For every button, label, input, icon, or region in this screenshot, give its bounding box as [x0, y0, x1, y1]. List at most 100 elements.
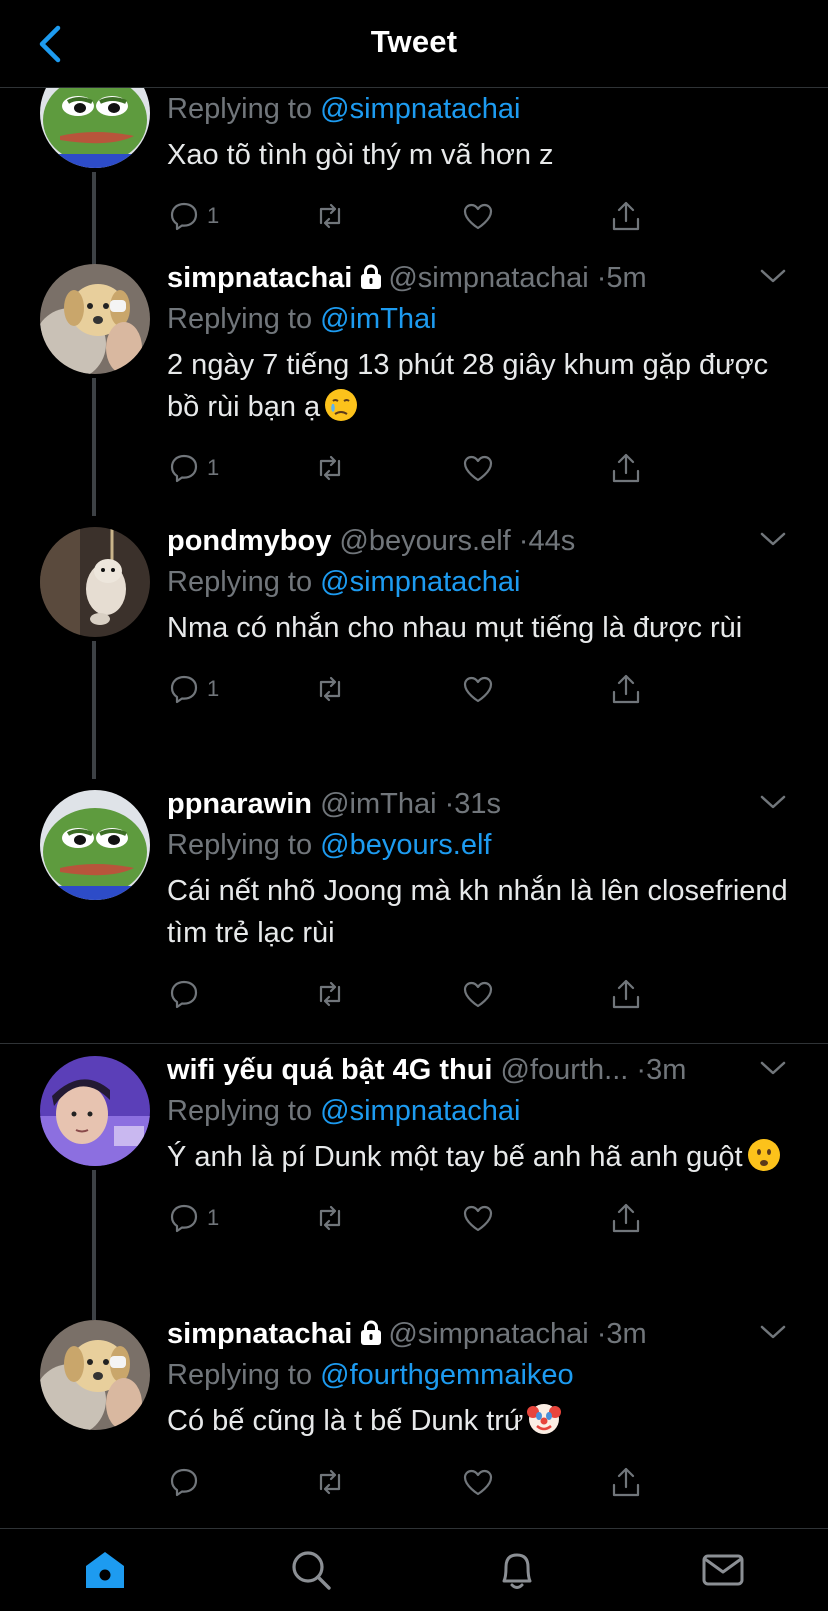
reply-icon: [170, 675, 198, 704]
like-button[interactable]: [461, 198, 495, 234]
reply-button[interactable]: [167, 976, 207, 1012]
share-button[interactable]: [609, 1464, 643, 1500]
like-button[interactable]: [461, 976, 495, 1012]
timestamp: 44s: [528, 525, 576, 557]
puppy-avatar-image: [40, 1320, 150, 1430]
tweet-text: Cái nết nhõ Joong mà kh nhắn là lên clos…: [167, 875, 788, 949]
avatar[interactable]: [40, 264, 150, 374]
bottom-tab-bar: [0, 1528, 828, 1611]
tweet-actions: 1: [167, 198, 788, 238]
mention-link[interactable]: @simpnatachai: [320, 566, 520, 598]
tab-notifications[interactable]: [494, 1547, 540, 1593]
mention-link[interactable]: @beyours.elf: [320, 829, 491, 861]
retweet-button[interactable]: [313, 976, 347, 1012]
tweet-actions: 1: [167, 671, 788, 711]
thread-line: [92, 378, 96, 516]
tab-messages[interactable]: [700, 1547, 746, 1593]
chevron-down-icon[interactable]: [758, 264, 788, 288]
share-button[interactable]: [609, 198, 643, 234]
share-button[interactable]: [609, 450, 643, 486]
heart-icon: [463, 1205, 493, 1232]
avatar[interactable]: [40, 88, 150, 168]
heart-icon: [463, 981, 493, 1008]
share-icon: [612, 453, 640, 483]
reply-count: 1: [207, 203, 220, 228]
reply-button[interactable]: 1: [167, 1200, 219, 1236]
display-name[interactable]: wifi yếu quá bật 4G thui: [167, 1054, 492, 1086]
tweet-actions: 1: [167, 1200, 788, 1240]
chevron-down-icon[interactable]: [758, 1056, 788, 1080]
like-button[interactable]: [461, 1464, 495, 1500]
chevron-down-icon[interactable]: [758, 1320, 788, 1344]
person-avatar-image: [40, 1056, 150, 1166]
reply-button[interactable]: 1: [167, 450, 219, 486]
retweet-button[interactable]: [313, 1464, 347, 1500]
heart-icon: [463, 455, 493, 482]
tab-search[interactable]: [288, 1547, 334, 1593]
like-button[interactable]: [461, 1200, 495, 1236]
heart-icon: [463, 203, 493, 230]
reply-button[interactable]: 1: [167, 671, 219, 707]
replying-to: Replying to @simpnatachai: [167, 1095, 521, 1127]
avatar[interactable]: [40, 790, 150, 900]
mention-link[interactable]: @simpnatachai: [320, 1095, 520, 1127]
retweet-icon: [319, 1469, 341, 1495]
tweet-actions: [167, 976, 788, 1016]
retweet-icon: [319, 981, 341, 1007]
share-button[interactable]: [609, 671, 643, 707]
reply-icon: [170, 202, 198, 231]
mention-link[interactable]: @imThai: [320, 303, 436, 335]
retweet-icon: [319, 1205, 341, 1231]
tweet-header: simpnatachai @simpnatachai ·3m: [167, 1314, 788, 1354]
retweet-icon: [319, 455, 341, 481]
like-button[interactable]: [461, 450, 495, 486]
timestamp: 3m: [606, 1318, 647, 1350]
replying-to: Replying to @simpnatachai: [167, 566, 521, 598]
chevron-down-icon[interactable]: [758, 527, 788, 551]
like-button[interactable]: [461, 671, 495, 707]
reply-icon: [170, 980, 198, 1009]
replying-to: Replying to @simpnatachai: [167, 93, 521, 125]
retweet-button[interactable]: [313, 1200, 347, 1236]
avatar[interactable]: [40, 1320, 150, 1430]
retweet-button[interactable]: [313, 198, 347, 234]
lock-icon: [361, 264, 382, 289]
tab-home[interactable]: [82, 1547, 128, 1593]
display-name[interactable]: ppnarawin: [167, 788, 312, 820]
display-name[interactable]: pondmyboy: [167, 525, 331, 557]
retweet-button[interactable]: [313, 450, 347, 486]
reply-icon: [170, 1204, 198, 1233]
share-icon: [612, 201, 640, 231]
tweet-text: Xao tõ tình gòi thý m vã hơn z: [167, 139, 554, 171]
page-title: Tweet: [370, 24, 458, 59]
frowning-face-emoji: [747, 1139, 780, 1171]
reply-count: 1: [207, 455, 220, 480]
replying-to: Replying to @beyours.elf: [167, 829, 492, 861]
reply-button[interactable]: [167, 1464, 207, 1500]
user-handle[interactable]: @beyours.elf: [339, 525, 510, 557]
home-icon: [86, 1552, 124, 1588]
tweet-header: ppnarawin @imThai ·31s: [167, 784, 788, 824]
avatar[interactable]: [40, 1056, 150, 1166]
share-button[interactable]: [609, 976, 643, 1012]
tweet-thread[interactable]: Replying to @simpnatachai Xao tõ tình gò…: [0, 88, 828, 1528]
display-name[interactable]: simpnatachai: [167, 1318, 352, 1350]
share-icon: [612, 979, 640, 1009]
retweet-button[interactable]: [313, 671, 347, 707]
display-name[interactable]: simpnatachai: [167, 262, 352, 294]
reply-icon: [170, 454, 198, 483]
chevron-down-icon[interactable]: [758, 790, 788, 814]
reply-button[interactable]: 1: [167, 198, 219, 234]
user-handle[interactable]: @imThai: [320, 788, 436, 820]
share-icon: [612, 1467, 640, 1497]
share-button[interactable]: [609, 1200, 643, 1236]
user-handle[interactable]: @simpnatachai: [388, 1318, 588, 1350]
avatar[interactable]: [40, 527, 150, 637]
user-handle[interactable]: @fourth...: [501, 1054, 629, 1086]
user-handle[interactable]: @simpnatachai: [388, 262, 588, 294]
tweet-actions: 1: [167, 450, 788, 490]
mention-link[interactable]: @simpnatachai: [320, 93, 520, 125]
pepe-avatar-image: [40, 88, 150, 168]
replying-to: Replying to @imThai: [167, 303, 437, 335]
mention-link[interactable]: @fourthgemmaikeo: [320, 1359, 574, 1391]
